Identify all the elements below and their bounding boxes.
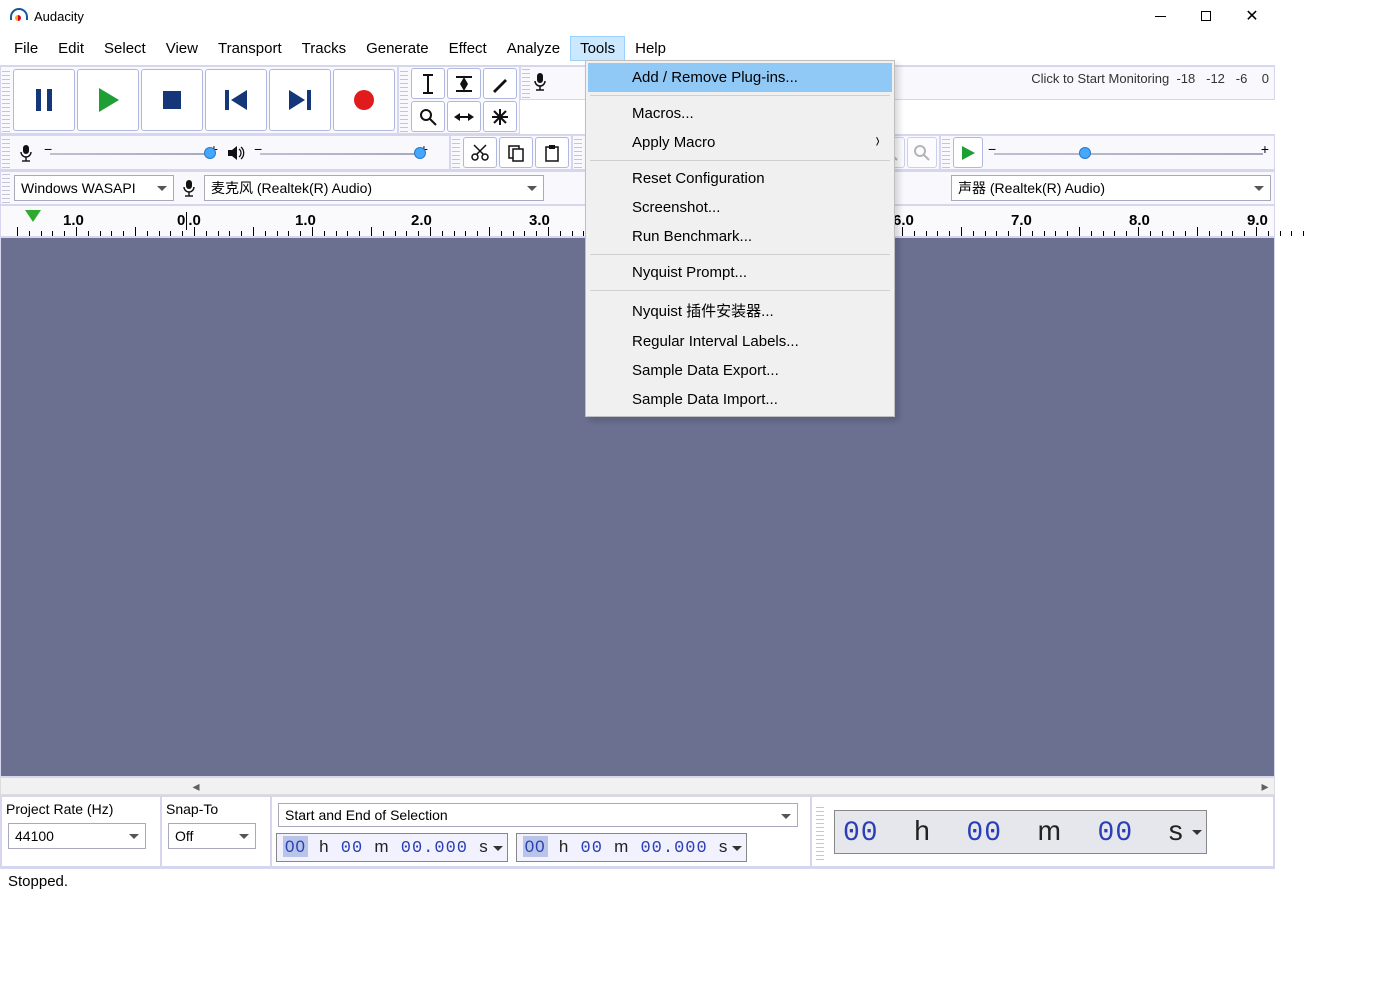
app-title: Audacity (34, 9, 84, 24)
skip-end-button[interactable] (269, 69, 331, 131)
window-close-button[interactable]: ✕ (1229, 0, 1275, 32)
speaker-level-icon (222, 145, 250, 161)
snap-to-label: Snap-To (166, 801, 266, 817)
dropdown-regular-interval-labels[interactable]: Regular Interval Labels... (588, 327, 892, 356)
timeshift-icon (454, 110, 474, 124)
pencil-icon (491, 75, 509, 93)
dropdown-sample-data-import[interactable]: Sample Data Import... (588, 385, 892, 414)
skip-start-icon (225, 90, 247, 110)
status-bar: Stopped. (0, 868, 1275, 894)
play-button[interactable] (77, 69, 139, 131)
mic-level-icon (12, 144, 40, 162)
selection-start-time[interactable]: 00 h 00 m 00.000 s (276, 833, 508, 862)
zoom-out-icon (913, 144, 931, 162)
project-rate-label: Project Rate (Hz) (6, 801, 156, 817)
selection-end-time[interactable]: 00 h 00 m 00.000 s (516, 833, 748, 862)
dropdown-nyquist-prompt[interactable]: Nyquist Prompt... (588, 258, 892, 287)
playback-device-combo[interactable]: 声器 (Realtek(R) Audio) (951, 175, 1271, 201)
microphone-icon (532, 72, 548, 92)
menu-view[interactable]: View (156, 36, 208, 61)
multi-tool-button[interactable] (483, 101, 517, 132)
title-bar: Audacity ✕ (0, 0, 1275, 32)
menu-tracks[interactable]: Tracks (292, 36, 356, 61)
pause-icon (34, 89, 54, 111)
menu-transport[interactable]: Transport (208, 36, 292, 61)
menu-select[interactable]: Select (94, 36, 156, 61)
dropdown-macros[interactable]: Macros... (588, 99, 892, 128)
copy-icon (507, 144, 525, 162)
audio-position-time[interactable]: 00 h 00 m 00 s (834, 810, 1207, 854)
ibeam-icon (421, 74, 435, 94)
zoom-tool-button[interactable] (411, 101, 445, 132)
dropdown-add-remove-plugins[interactable]: Add / Remove Plug-ins... (588, 63, 892, 92)
dropdown-run-benchmark[interactable]: Run Benchmark... (588, 222, 892, 251)
stop-icon (163, 91, 181, 109)
menu-effect[interactable]: Effect (439, 36, 497, 61)
horizontal-scrollbar[interactable]: ◂ ▸ (0, 777, 1275, 795)
timeshift-tool-button[interactable] (447, 101, 481, 132)
menu-tools[interactable]: Tools (570, 36, 625, 61)
status-text: Stopped. (8, 873, 68, 890)
app-icon (10, 8, 26, 24)
dropdown-nyquist-plugin-installer[interactable]: Nyquist 插件安装器... (588, 294, 892, 327)
audio-host-combo[interactable]: Windows WASAPI (14, 175, 174, 201)
project-rate-combo[interactable]: 44100 (8, 823, 146, 849)
mic-device-icon (176, 179, 202, 197)
asterisk-icon (491, 108, 509, 126)
dropdown-apply-macro[interactable]: Apply Macro (588, 128, 892, 157)
playback-volume-slider[interactable]: −+ (250, 141, 432, 165)
dropdown-screenshot[interactable]: Screenshot... (588, 193, 892, 222)
stop-button[interactable] (141, 69, 203, 131)
selection-mode-combo[interactable]: Start and End of Selection (278, 803, 798, 827)
microphone-icon (19, 144, 33, 162)
microphone-icon (182, 179, 196, 197)
menu-file[interactable]: File (4, 36, 48, 61)
window-maximize-button[interactable] (1183, 0, 1229, 32)
playback-speed-slider[interactable]: −+ (984, 141, 1273, 165)
pause-button[interactable] (13, 69, 75, 131)
dropdown-reset-configuration[interactable]: Reset Configuration (588, 164, 892, 193)
menu-edit[interactable]: Edit (48, 36, 94, 61)
envelope-tool-button[interactable] (447, 68, 481, 99)
clipboard-icon (543, 144, 561, 162)
play-at-speed-button[interactable] (953, 137, 983, 168)
scroll-left-button[interactable]: ◂ (187, 778, 205, 794)
menu-help[interactable]: Help (625, 36, 676, 61)
skip-start-button[interactable] (205, 69, 267, 131)
speaker-icon (227, 145, 245, 161)
recording-volume-slider[interactable]: −+ (40, 141, 222, 165)
dropdown-sample-data-export[interactable]: Sample Data Export... (588, 356, 892, 385)
copy-button[interactable] (499, 137, 533, 168)
paste-button[interactable] (535, 137, 569, 168)
record-icon (353, 89, 375, 111)
record-button[interactable] (333, 69, 395, 131)
menu-generate[interactable]: Generate (356, 36, 439, 61)
recording-device-combo[interactable]: 麦克风 (Realtek(R) Audio) (204, 175, 544, 201)
draw-tool-button[interactable] (483, 68, 517, 99)
snap-to-combo[interactable]: Off (168, 823, 256, 849)
envelope-icon (454, 75, 474, 93)
scissors-icon (471, 144, 489, 162)
cut-button[interactable] (463, 137, 497, 168)
zoom-out-button[interactable] (907, 137, 937, 168)
selection-tool-button[interactable] (411, 68, 445, 99)
menu-analyze[interactable]: Analyze (497, 36, 570, 61)
window-minimize-button[interactable] (1137, 0, 1183, 32)
scroll-right-button[interactable]: ▸ (1256, 778, 1274, 794)
play-icon (960, 145, 976, 161)
tools-dropdown: Add / Remove Plug-ins... Macros... Apply… (585, 60, 895, 417)
magnifier-icon (419, 108, 437, 126)
mic-meter-icon[interactable] (532, 72, 560, 95)
skip-end-icon (289, 90, 311, 110)
play-icon (97, 88, 119, 112)
